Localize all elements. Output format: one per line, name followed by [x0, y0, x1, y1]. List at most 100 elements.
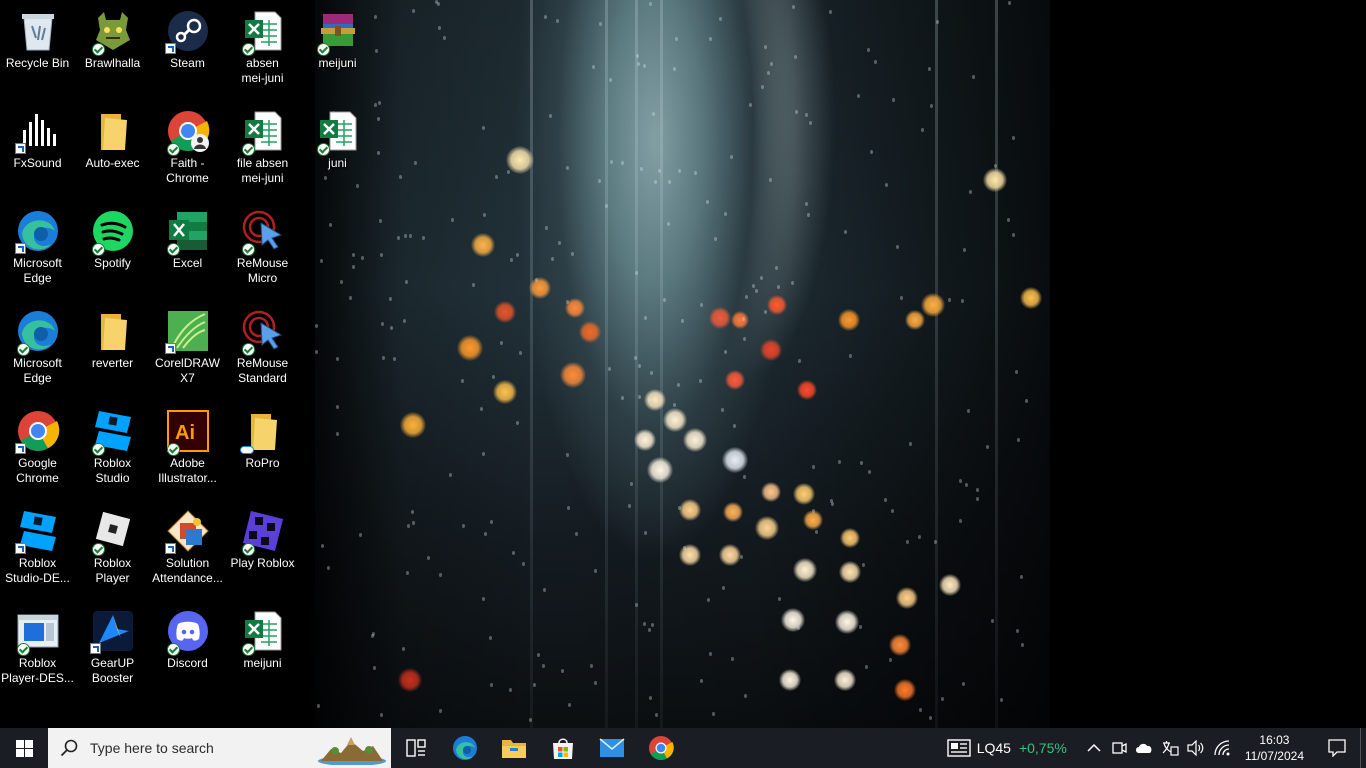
desktop-icon[interactable]: Ai Adobe Illustrator... — [150, 400, 225, 496]
taskbar-file-explorer-button[interactable] — [489, 728, 538, 768]
task-view-button[interactable] — [391, 728, 440, 768]
desktop-icon-label: Google Chrome — [16, 456, 59, 485]
excel-file-icon — [240, 8, 286, 56]
raindrop — [1012, 136, 1015, 140]
desktop-icon[interactable]: Excel — [150, 200, 225, 296]
raindrop — [767, 71, 770, 75]
desktop-icon[interactable]: file absen mei-juni — [225, 100, 300, 196]
taskbar-edge-button[interactable] — [440, 728, 489, 768]
desktop-icon[interactable]: FxSound — [0, 100, 75, 196]
desktop-icon[interactable]: Solution Attendance... — [150, 500, 225, 596]
news-widget-icon — [947, 739, 971, 757]
raindrop — [921, 128, 924, 132]
raindrop — [892, 98, 895, 102]
sync-status-icon — [166, 643, 180, 656]
action-center-button[interactable] — [1314, 728, 1360, 768]
desktop-icon[interactable]: Roblox Studio — [75, 400, 150, 496]
input-method-button[interactable] — [1157, 728, 1183, 768]
raindrop — [568, 703, 571, 707]
raindrop — [389, 297, 392, 301]
raindrop — [652, 112, 655, 116]
desktop-icon[interactable]: Discord — [150, 600, 225, 696]
raindrop — [610, 160, 613, 164]
taskbar-mail-button[interactable] — [587, 728, 636, 768]
taskbar-store-button[interactable] — [538, 728, 587, 768]
desktop-icon-label: Adobe Illustrator... — [158, 456, 217, 485]
raindrop — [373, 666, 376, 670]
desktop-icon[interactable]: GearUP Booster — [75, 600, 150, 696]
bokeh-light — [983, 168, 1007, 192]
raindrop — [740, 555, 743, 559]
start-button[interactable] — [0, 728, 48, 768]
onedrive-button[interactable] — [1131, 728, 1157, 768]
desktop-icon[interactable]: Microsoft Edge — [0, 200, 75, 296]
raindrop — [551, 257, 554, 261]
raindrop — [1017, 438, 1020, 442]
chrome-icon — [14, 408, 61, 454]
raindrop — [543, 588, 546, 592]
desktop-icon[interactable]: reverter — [75, 300, 150, 396]
taskbar-search-box[interactable]: Type here to search — [48, 728, 391, 768]
desktop-icon[interactable]: RoPro — [225, 400, 300, 496]
show-desktop-button[interactable] — [1360, 728, 1366, 768]
volume-button[interactable] — [1183, 728, 1209, 768]
raindrop — [390, 326, 393, 330]
desktop-icon[interactable]: meijuni — [300, 0, 375, 96]
desktop-icon[interactable]: juni — [300, 100, 375, 196]
roblox-player-icon — [90, 508, 136, 556]
raindrop — [461, 379, 464, 383]
show-hidden-icons-button[interactable] — [1081, 728, 1107, 768]
sync-status-icon — [91, 543, 105, 556]
raindrop — [838, 460, 841, 464]
raindrop — [349, 296, 352, 300]
desktop-icon[interactable]: Recycle Bin — [0, 0, 75, 96]
desktop-icon[interactable]: Google Chrome — [0, 400, 75, 496]
raindrop — [678, 169, 681, 173]
desktop-icon[interactable]: Brawlhalla — [75, 0, 150, 96]
raindrop — [719, 17, 722, 21]
desktop-icon[interactable]: Roblox Player — [75, 500, 150, 596]
taskbar-chrome-button[interactable] — [636, 728, 685, 768]
raindrop — [654, 180, 657, 184]
raindrop — [608, 367, 611, 371]
desktop-icon[interactable]: ReMouse Micro — [225, 200, 300, 296]
raindrop — [542, 664, 545, 668]
raindrop — [959, 479, 962, 483]
desktop-icon[interactable]: meijuni — [225, 600, 300, 696]
desktop-icon[interactable]: Microsoft Edge — [0, 300, 75, 396]
bokeh-light — [400, 412, 426, 438]
raindrop — [896, 245, 899, 249]
raindrop — [510, 258, 513, 262]
raindrop — [375, 49, 378, 53]
raindrop — [795, 110, 798, 114]
desktop-icon[interactable]: Roblox Studio-DE... — [0, 500, 75, 596]
desktop-icon[interactable]: Faith - Chrome — [150, 100, 225, 196]
raindrop — [361, 256, 364, 260]
raindrop — [380, 713, 383, 717]
desktop-icon[interactable]: absen mei-juni — [225, 0, 300, 96]
raindrop — [575, 532, 578, 536]
desktop-icon[interactable]: Roblox Player-DES... — [0, 600, 75, 696]
desktop-icon[interactable]: Spotify — [75, 200, 150, 296]
raindrop — [412, 521, 415, 525]
taskbar-clock[interactable]: 16:03 11/07/2024 — [1235, 732, 1314, 764]
raindrop — [791, 281, 794, 285]
bokeh-light — [761, 482, 781, 502]
raindrop — [500, 341, 503, 345]
discord-icon — [165, 608, 211, 656]
network-button[interactable] — [1209, 728, 1235, 768]
stock-widget[interactable]: LQ45 +0,75% — [942, 728, 1081, 768]
desktop-icon[interactable]: CorelDRAW X7 — [150, 300, 225, 396]
desktop-icon[interactable]: Steam — [150, 0, 225, 96]
raindrop — [742, 317, 745, 321]
raindrop — [490, 683, 493, 687]
desktop-icon[interactable]: Play Roblox — [225, 500, 300, 596]
meet-now-button[interactable] — [1107, 728, 1131, 768]
raindrop — [644, 316, 647, 320]
desktop-icon[interactable]: Auto-exec — [75, 100, 150, 196]
roblox-studio-icon — [14, 508, 61, 554]
raindrop — [1000, 698, 1003, 702]
raindrop — [482, 452, 485, 456]
raindrop — [743, 475, 746, 479]
desktop-icon[interactable]: ReMouse Standard — [225, 300, 300, 396]
